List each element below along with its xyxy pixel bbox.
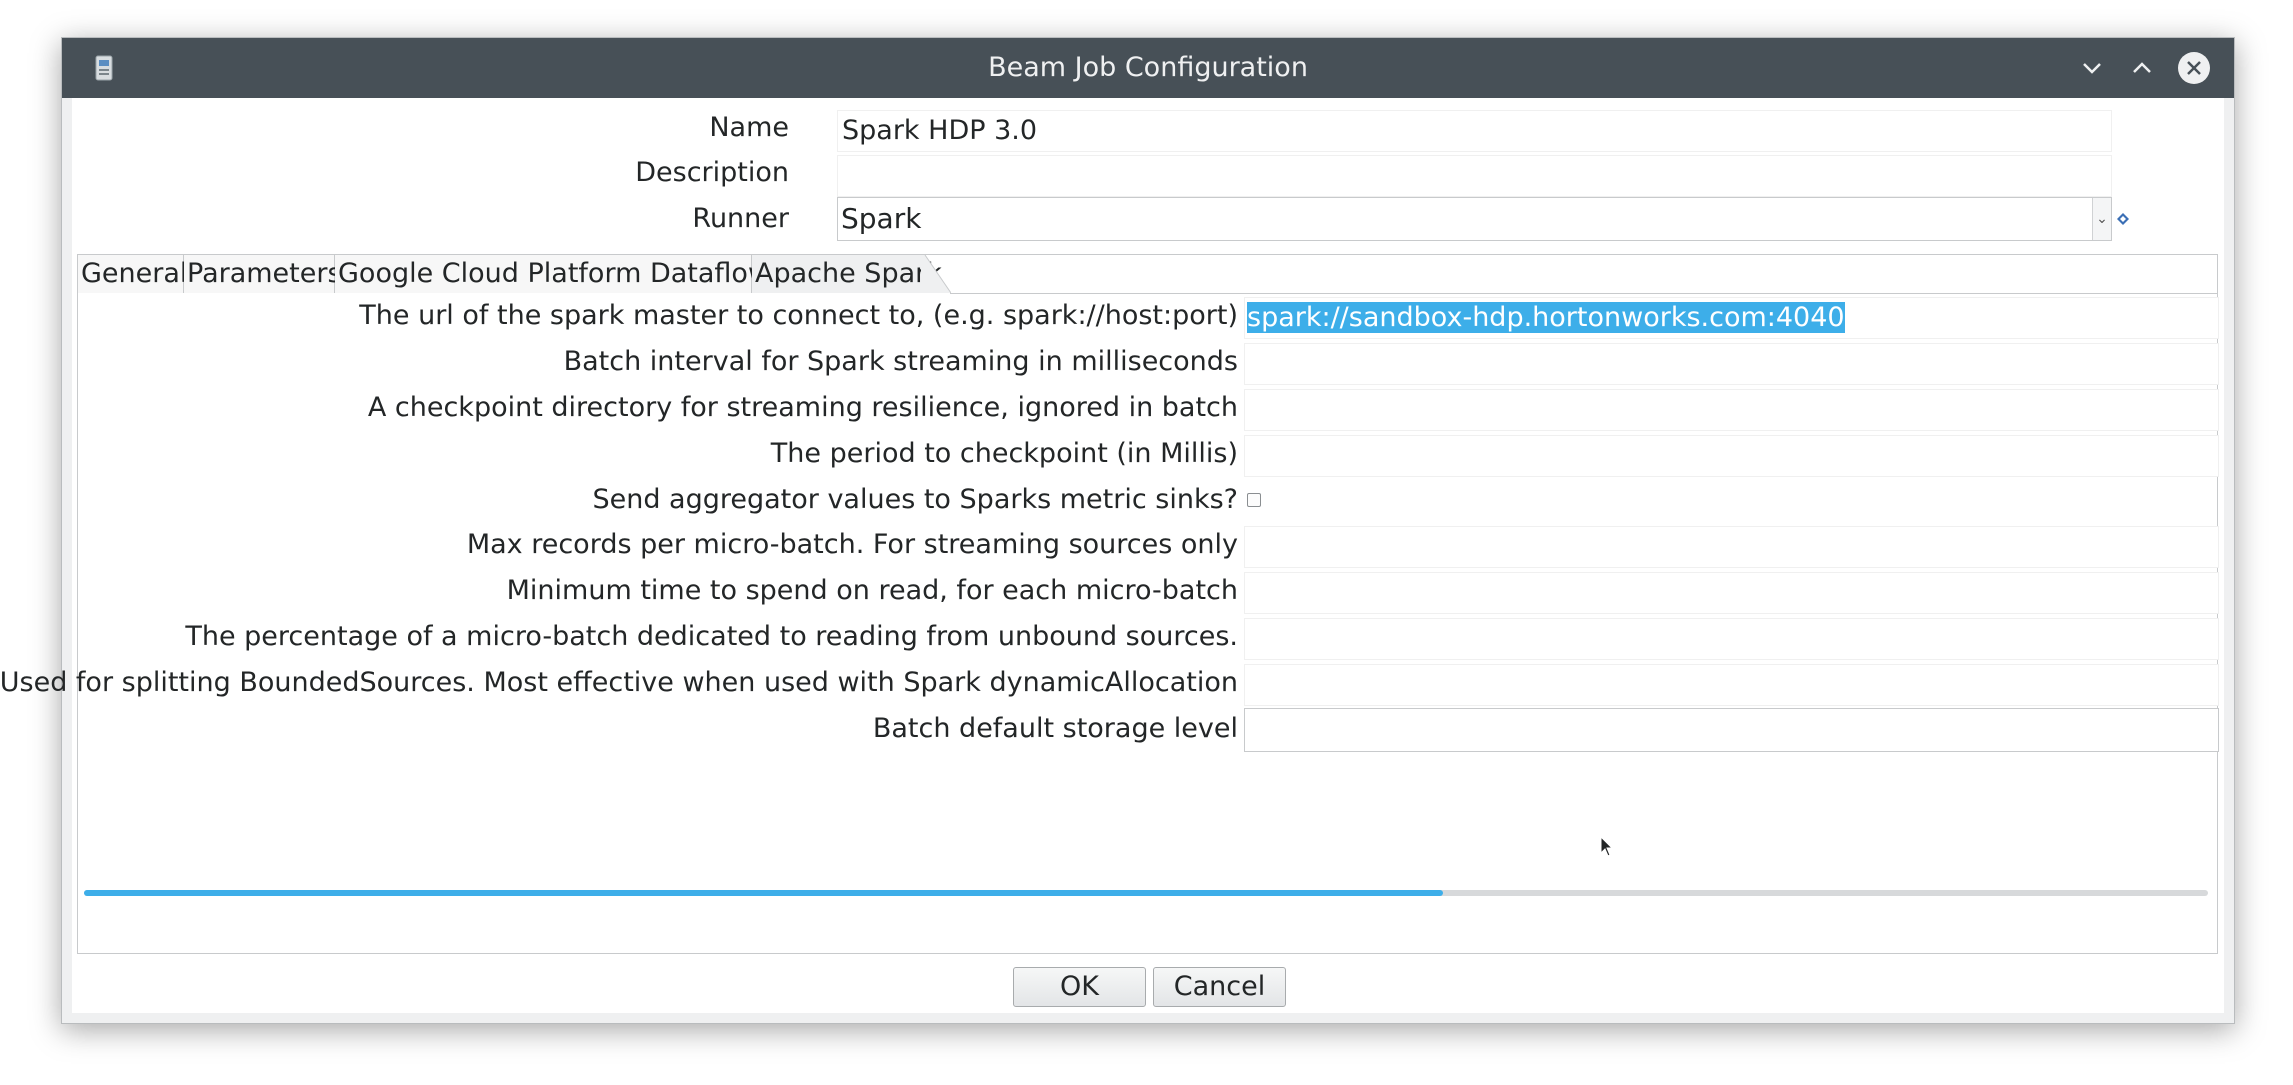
checkpoint-dir-label: A checkpoint directory for streaming res… — [367, 392, 1238, 423]
tab-parameters[interactable]: Parameters — [184, 255, 342, 293]
checkpoint-dir-input[interactable] — [1244, 389, 2219, 431]
checkpoint-period-input[interactable] — [1244, 435, 2219, 477]
mouse-cursor-icon — [1600, 836, 1614, 857]
min-read-time-input[interactable] — [1244, 572, 2219, 614]
metric-sinks-label: Send aggregator values to Sparks metric … — [592, 484, 1238, 515]
tab-google-cloud-platform-dataflow[interactable]: Google Cloud Platform Dataflow — [335, 255, 770, 293]
spark-master-label: The url of the spark master to connect t… — [359, 300, 1238, 331]
tab-folder: General Parameters Google Cloud Platform… — [0, 254, 2219, 954]
variable-diamond-icon — [2117, 213, 2129, 225]
batch-interval-label: Batch interval for Spark streaming in mi… — [563, 346, 1238, 377]
ok-button[interactable]: OK — [1013, 967, 1146, 1007]
storage-level-label: Batch default storage level — [872, 713, 1238, 744]
title-bar[interactable]: Beam Job Configuration — [62, 38, 2234, 98]
window-title: Beam Job Configuration — [988, 52, 1308, 83]
runner-value: Spark — [841, 202, 922, 235]
dialog-body: Name Spark HDP 3.0 Description Runner Sp… — [0, 98, 2224, 1013]
tab-underline — [950, 293, 2217, 294]
checkpoint-period-label: The period to checkpoint (in Millis) — [770, 438, 1238, 469]
metric-sinks-checkbox[interactable] — [1247, 493, 1261, 507]
read-time-percentage-label: The percentage of a micro-batch dedicate… — [185, 621, 1238, 652]
max-records-label: Max records per micro-batch. For streami… — [466, 529, 1238, 560]
max-records-input[interactable] — [1244, 526, 2219, 568]
close-button[interactable] — [2176, 50, 2212, 86]
read-time-percentage-input[interactable] — [1244, 618, 2219, 660]
chevron-up-icon — [2133, 62, 2151, 73]
scrollbar-thumb[interactable] — [84, 890, 1443, 896]
horizontal-scrollbar[interactable] — [84, 890, 2208, 896]
cancel-button[interactable]: Cancel — [1153, 967, 1286, 1007]
minimize-button[interactable] — [2074, 50, 2110, 86]
spark-master-value: spark://sandbox-hdp.hortonworks.com:4040 — [1247, 302, 1845, 333]
tab-general[interactable]: General — [78, 255, 187, 293]
batch-interval-input[interactable] — [1244, 343, 2219, 385]
name-input[interactable]: Spark HDP 3.0 — [837, 110, 2112, 152]
chevron-down-icon — [2083, 63, 2101, 74]
description-input[interactable] — [837, 155, 2112, 197]
beam-job-configuration-dialog: Beam Job Configuration Name Spark HDP 3.… — [0, 37, 2235, 1024]
tab-apache-spark[interactable]: Apache Spark — [752, 255, 942, 293]
name-label: Name — [709, 112, 789, 143]
min-read-time-label: Minimum time to spend on read, for each … — [506, 575, 1238, 606]
dropdown-arrow-icon[interactable]: ⌄ — [2092, 198, 2111, 240]
bundle-size-input[interactable] — [1244, 664, 2219, 706]
storage-level-select[interactable] — [1244, 708, 2219, 752]
maximize-button[interactable] — [2124, 50, 2160, 86]
tab-edge — [921, 255, 951, 293]
spark-master-input[interactable]: spark://sandbox-hdp.hortonworks.com:4040 — [1244, 297, 2219, 339]
runner-select[interactable]: Spark ⌄ — [837, 197, 2112, 241]
description-label: Description — [635, 157, 789, 188]
close-icon — [2178, 52, 2210, 84]
bundle-size-label: Used for splitting BoundedSources. Most … — [0, 667, 1238, 698]
runner-label: Runner — [692, 203, 789, 234]
